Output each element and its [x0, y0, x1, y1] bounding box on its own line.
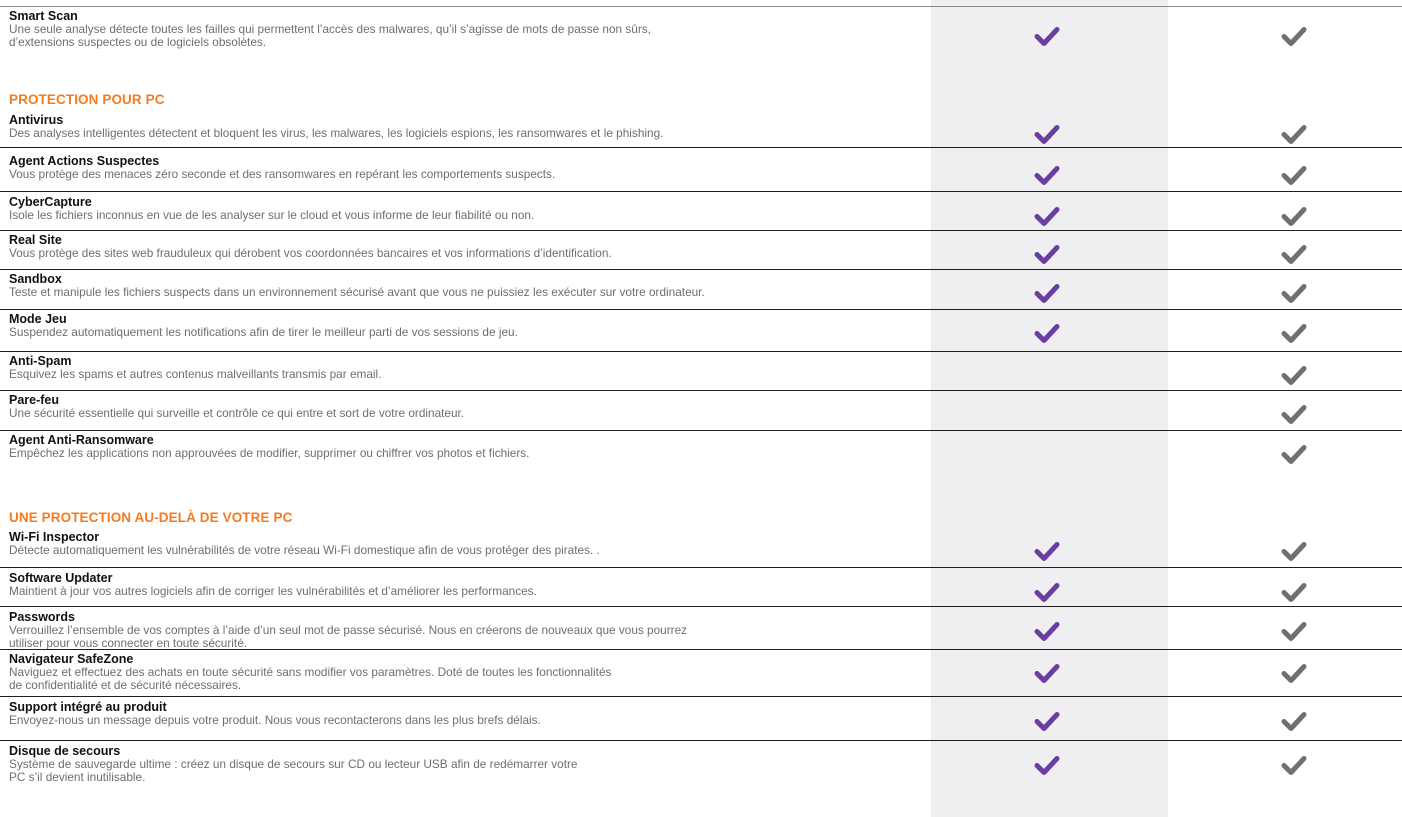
check-icon	[1281, 403, 1307, 425]
feature-row: Pare-feu Une sécurité essentielle qui sur…	[0, 393, 1402, 431]
check-icon	[1281, 25, 1307, 47]
check-icon	[1034, 710, 1060, 732]
feature-row: Software Updater Maintient à jour vos aut…	[0, 571, 1402, 607]
check-icon	[1281, 205, 1307, 227]
feature-row: Wi-Fi Inspector Détecte automatiquement l…	[0, 530, 1402, 568]
check-icon	[1281, 322, 1307, 344]
feature-row: Support intégré au produit Envoyez-nous u…	[0, 700, 1402, 741]
row-divider	[0, 191, 1402, 192]
feature-row: Mode Jeu Suspendez automatiquement les no…	[0, 312, 1402, 352]
check-icon	[1281, 364, 1307, 386]
feature-title: Mode Jeu	[9, 312, 67, 326]
row-divider	[0, 567, 1402, 568]
check-icon	[1034, 662, 1060, 684]
feature-title: Software Updater	[9, 571, 113, 585]
feature-title: Wi-Fi Inspector	[9, 530, 100, 544]
feature-row: Antivirus Des analyses intelligentes déte…	[0, 113, 1402, 148]
feature-title: Pare-feu	[9, 393, 60, 407]
check-icon	[1034, 164, 1060, 186]
feature-row: Passwords Verrouillez l’ensemble de vos c…	[0, 610, 1402, 650]
check-icon	[1281, 710, 1307, 732]
feature-row: CyberCapture Isole les fichiers inconnus …	[0, 195, 1402, 231]
feature-title: Anti-Spam	[9, 354, 72, 368]
feature-description: Verrouillez l’ensemble de vos comptes à …	[9, 623, 688, 650]
feature-description: Maintient à jour vos autres logiciels af…	[9, 584, 537, 598]
row-divider	[0, 269, 1402, 270]
check-icon	[1281, 443, 1307, 465]
feature-title: Agent Actions Suspectes	[9, 154, 160, 168]
section-heading: UNE PROTECTION AU-DELÀ DE VOTRE PC	[9, 510, 293, 525]
check-icon	[1281, 282, 1307, 304]
feature-title: Support intégré au produit	[9, 700, 167, 714]
feature-description: Vous protège des sites web frauduleux qu…	[9, 246, 612, 260]
feature-row: Real Site Vous protège des sites web frau…	[0, 233, 1402, 270]
check-icon	[1281, 581, 1307, 603]
row-divider	[0, 740, 1402, 741]
check-icon	[1034, 754, 1060, 776]
feature-row: Navigateur SafeZone Naviguez et effectuez…	[0, 652, 1402, 697]
row-divider	[0, 230, 1402, 231]
row-divider	[0, 351, 1402, 352]
row-divider	[0, 606, 1402, 607]
feature-row: Sandbox Teste et manipule les fichiers su…	[0, 272, 1402, 310]
feature-title: Real Site	[9, 233, 62, 247]
check-icon	[1034, 25, 1060, 47]
row-divider	[0, 430, 1402, 431]
section-heading: PROTECTION POUR PC	[9, 92, 165, 107]
check-icon	[1281, 164, 1307, 186]
feature-title: Disque de secours	[9, 744, 121, 758]
feature-row: Smart Scan Une seule analyse détecte tout…	[0, 9, 1402, 64]
feature-description: Des analyses intelligentes détectent et …	[9, 126, 664, 140]
feature-description: Empêchez les applications non approuvées…	[9, 446, 530, 460]
feature-row: Anti-Spam Esquivez les spams et autres co…	[0, 354, 1402, 391]
feature-description: Naviguez et effectuez des achats en tout…	[9, 665, 612, 692]
feature-description: Esquivez les spams et autres contenus ma…	[9, 367, 382, 381]
row-divider	[0, 649, 1402, 650]
check-icon	[1034, 205, 1060, 227]
check-icon	[1281, 123, 1307, 145]
feature-description: Envoyez-nous un message depuis votre pro…	[9, 713, 541, 727]
check-icon	[1281, 754, 1307, 776]
check-icon	[1281, 662, 1307, 684]
feature-title: CyberCapture	[9, 195, 92, 209]
feature-description: Isole les fichiers inconnus en vue de le…	[9, 208, 535, 222]
check-icon	[1281, 620, 1307, 642]
feature-description: Suspendez automatiquement les notificati…	[9, 325, 518, 339]
row-divider	[0, 390, 1402, 391]
check-icon	[1034, 620, 1060, 642]
feature-title: Navigateur SafeZone	[9, 652, 134, 666]
check-icon	[1034, 243, 1060, 265]
row-divider	[0, 696, 1402, 697]
feature-description: Teste et manipule les fichiers suspects …	[9, 285, 705, 299]
check-icon	[1281, 540, 1307, 562]
feature-description: Une seule analyse détecte toutes les fai…	[9, 22, 651, 49]
feature-title: Agent Anti-Ransomware	[9, 433, 154, 447]
feature-title: Smart Scan	[9, 9, 78, 23]
feature-description: Détecte automatiquement les vulnérabilit…	[9, 543, 600, 557]
feature-description: Système de sauvegarde ultime : créez un …	[9, 757, 578, 784]
feature-comparison-table: Smart Scan Une seule analyse détecte tout…	[0, 0, 1402, 817]
feature-row: Disque de secours Système de sauvegarde u…	[0, 744, 1402, 796]
table-top-rule	[0, 6, 1402, 7]
feature-description: Vous protège des menaces zéro seconde et…	[9, 167, 556, 181]
row-divider	[0, 309, 1402, 310]
feature-title: Antivirus	[9, 113, 64, 127]
check-icon	[1034, 282, 1060, 304]
check-icon	[1034, 581, 1060, 603]
feature-row: Agent Anti-Ransomware Empêchez les applic…	[0, 433, 1402, 485]
feature-title: Sandbox	[9, 272, 62, 286]
feature-row: Agent Actions Suspectes Vous protège des …	[0, 154, 1402, 192]
feature-description: Une sécurité essentielle qui surveille e…	[9, 406, 465, 420]
check-icon	[1034, 123, 1060, 145]
feature-title: Passwords	[9, 610, 76, 624]
row-divider	[0, 147, 1402, 148]
check-icon	[1034, 540, 1060, 562]
check-icon	[1281, 243, 1307, 265]
check-icon	[1034, 322, 1060, 344]
